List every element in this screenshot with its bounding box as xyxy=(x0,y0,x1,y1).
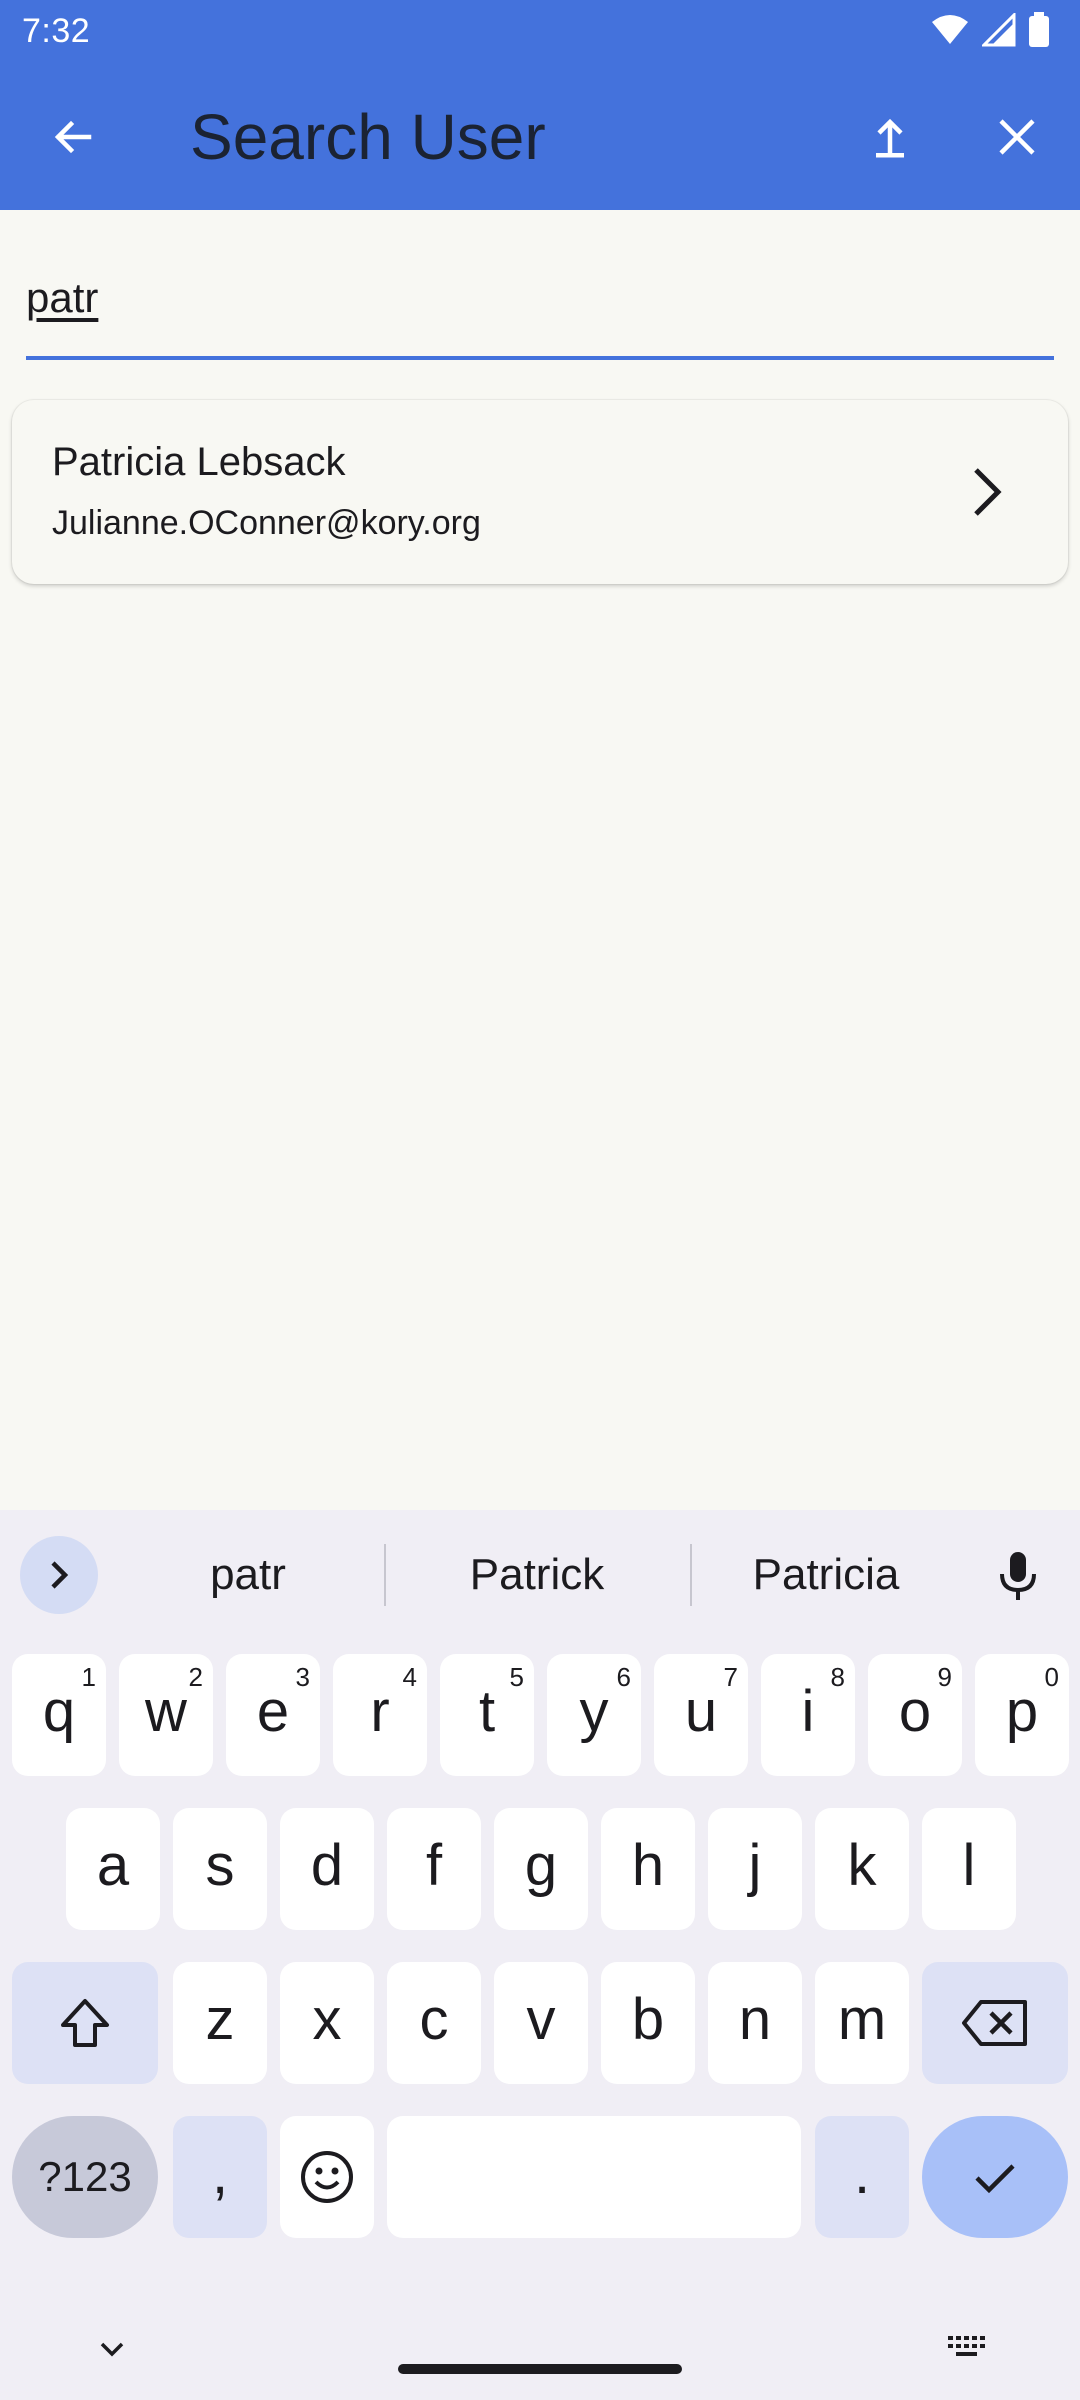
battery-icon xyxy=(1028,11,1050,53)
page-title: Search User xyxy=(190,101,546,173)
keyboard-nav-row xyxy=(0,2310,1080,2400)
suggestion-item[interactable]: Patricia xyxy=(706,1540,946,1610)
chevron-right-icon xyxy=(51,1561,69,1589)
upload-button[interactable] xyxy=(853,100,927,174)
key-o[interactable]: o9 xyxy=(868,1654,962,1776)
key-x[interactable]: x xyxy=(280,1962,374,2084)
backspace-icon xyxy=(962,2000,1027,2046)
key-s[interactable]: s xyxy=(173,1808,267,1930)
key-z[interactable]: z xyxy=(173,1962,267,2084)
key-w[interactable]: w2 xyxy=(119,1654,213,1776)
key-n[interactable]: n xyxy=(708,1962,802,2084)
backspace-key[interactable] xyxy=(922,1962,1068,2084)
wifi-icon xyxy=(930,14,970,51)
emoji-key[interactable] xyxy=(280,2116,374,2238)
comma-key[interactable]: , xyxy=(173,2116,267,2238)
user-result-card[interactable]: Patricia Lebsack Julianne.OConner@kory.o… xyxy=(12,400,1068,584)
voice-input-button[interactable] xyxy=(990,1548,1046,1604)
key-p[interactable]: p0 xyxy=(975,1654,1069,1776)
key-q[interactable]: q1 xyxy=(12,1654,106,1776)
symbols-key[interactable]: ?123 xyxy=(12,2116,158,2238)
suggestion-divider xyxy=(690,1544,692,1606)
app-bar: Search User xyxy=(0,64,1080,210)
home-indicator[interactable] xyxy=(398,2364,682,2374)
key-a[interactable]: a xyxy=(66,1808,160,1930)
suggestion-bar: patr Patrick Patricia xyxy=(0,1510,1080,1640)
shift-key[interactable] xyxy=(12,1962,158,2084)
key-b[interactable]: b xyxy=(601,1962,695,2084)
search-field xyxy=(26,258,1054,360)
enter-key[interactable] xyxy=(922,2116,1068,2238)
check-icon xyxy=(975,2164,1015,2194)
key-e[interactable]: e3 xyxy=(226,1654,320,1776)
key-g[interactable]: g xyxy=(494,1808,588,1930)
shift-icon xyxy=(61,1999,109,2047)
key-c[interactable]: c xyxy=(387,1962,481,2084)
chevron-right-icon xyxy=(974,468,1002,516)
key-k[interactable]: k xyxy=(815,1808,909,1930)
key-d[interactable]: d xyxy=(280,1808,374,1930)
suggestion-divider xyxy=(384,1544,386,1606)
status-icons xyxy=(930,10,1050,53)
keyboard-hide-icon[interactable] xyxy=(92,2330,132,2370)
key-r[interactable]: r4 xyxy=(333,1654,427,1776)
signal-icon xyxy=(980,10,1016,52)
key-t[interactable]: t5 xyxy=(440,1654,534,1776)
key-j[interactable]: j xyxy=(708,1808,802,1930)
keyboard-expand-button[interactable] xyxy=(20,1536,98,1614)
key-l[interactable]: l xyxy=(922,1808,1016,1930)
search-underline xyxy=(26,356,1054,360)
user-name: Patricia Lebsack xyxy=(52,440,346,484)
back-button[interactable] xyxy=(36,100,110,174)
close-icon xyxy=(999,119,1035,155)
key-u[interactable]: u7 xyxy=(654,1654,748,1776)
mic-icon xyxy=(1000,1552,1036,1600)
keyboard: patr Patrick Patricia q1 w2 e3 r4 t5 y6 … xyxy=(0,1510,1080,2400)
key-i[interactable]: i8 xyxy=(761,1654,855,1776)
key-v[interactable]: v xyxy=(494,1962,588,2084)
status-time: 7:32 xyxy=(22,12,91,50)
period-key[interactable]: . xyxy=(815,2116,909,2238)
emoji-icon xyxy=(301,2151,353,2203)
close-button[interactable] xyxy=(980,100,1054,174)
suggestion-item[interactable]: Patrick xyxy=(400,1540,674,1610)
key-f[interactable]: f xyxy=(387,1808,481,1930)
upload-icon xyxy=(876,118,904,158)
arrow-back-icon xyxy=(54,120,92,154)
key-h[interactable]: h xyxy=(601,1808,695,1930)
keyboard-switch-icon[interactable] xyxy=(944,2328,992,2364)
user-email: Julianne.OConner@kory.org xyxy=(52,504,481,542)
suggestion-item[interactable]: patr xyxy=(130,1540,366,1610)
space-key[interactable] xyxy=(387,2116,801,2238)
search-input[interactable] xyxy=(26,258,1054,338)
key-y[interactable]: y6 xyxy=(547,1654,641,1776)
status-bar: 7:32 xyxy=(0,0,1080,64)
key-m[interactable]: m xyxy=(815,1962,909,2084)
